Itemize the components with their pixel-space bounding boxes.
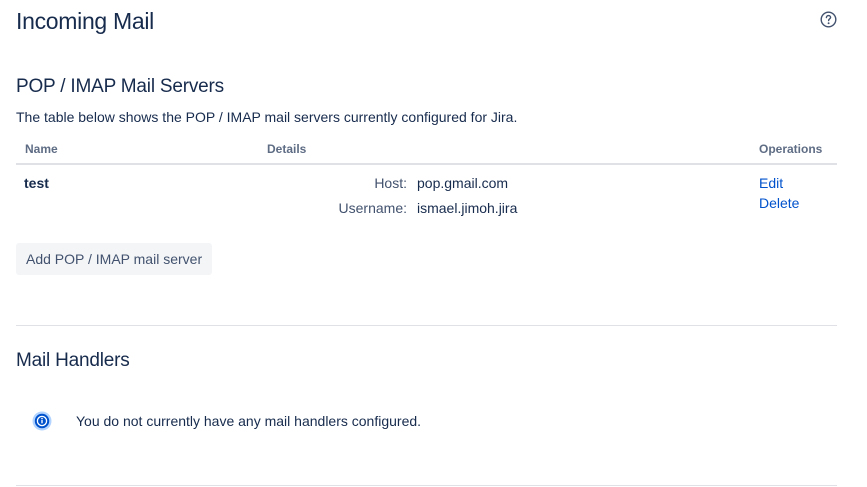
pop-imap-description: The table below shows the POP / IMAP mai… xyxy=(16,109,518,125)
delete-link[interactable]: Delete xyxy=(759,194,799,212)
username-label: Username: xyxy=(338,200,407,216)
pop-imap-section-title: POP / IMAP Mail Servers xyxy=(16,76,224,97)
table-header-divider xyxy=(16,163,837,165)
column-header-operations: Operations xyxy=(759,142,823,156)
info-circle-icon xyxy=(32,411,52,431)
mail-handlers-section-title: Mail Handlers xyxy=(16,350,130,371)
edit-link[interactable]: Edit xyxy=(759,174,783,192)
section-divider xyxy=(16,325,837,326)
bottom-divider xyxy=(16,485,837,486)
add-mail-server-button[interactable]: Add POP / IMAP mail server xyxy=(16,243,213,275)
username-value: ismael.jimoh.jira xyxy=(417,200,518,216)
column-header-name: Name xyxy=(25,142,58,156)
question-circle-icon[interactable] xyxy=(820,11,837,28)
column-header-details: Details xyxy=(267,142,307,156)
host-label: Host: xyxy=(374,175,407,191)
no-handlers-message: You do not currently have any mail handl… xyxy=(76,413,422,429)
page-title: Incoming Mail xyxy=(16,8,154,34)
host-value: pop.gmail.com xyxy=(417,175,509,191)
